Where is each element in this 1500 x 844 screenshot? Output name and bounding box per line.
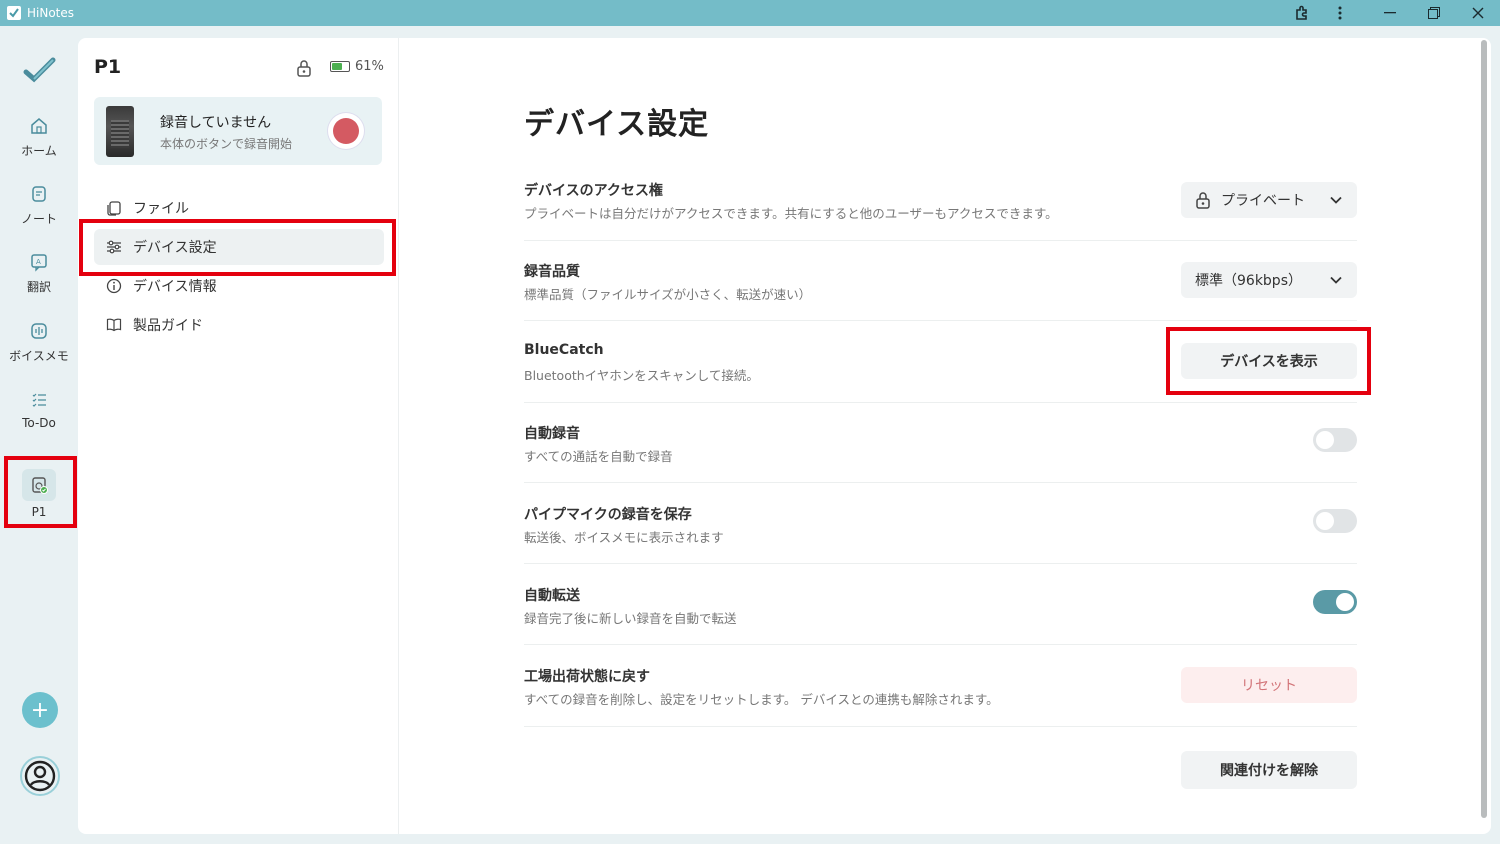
rail-item-notes[interactable]: ノート (0, 184, 78, 244)
setting-title: パイプマイクの録音を保存 (524, 507, 692, 523)
minimize-icon[interactable] (1370, 0, 1410, 26)
menu-item-product-guide[interactable]: 製品ガイド (94, 307, 384, 343)
rail-item-device-p1[interactable]: P1 (0, 469, 78, 529)
recording-status-card: 録音していません 本体のボタンで録音開始 (94, 97, 382, 165)
menu-item-label: デバイス情報 (133, 279, 217, 295)
todo-list-icon (32, 393, 46, 407)
setting-title: 録音品質 (524, 264, 580, 280)
setting-title: 工場出荷状態に戻す (524, 669, 650, 685)
battery-level-fill (332, 63, 342, 70)
avatar[interactable] (20, 756, 60, 796)
menu-item-label: 製品ガイド (133, 318, 203, 334)
setting-save-pipe-mic: パイプマイクの録音を保存 転送後、ボイスメモに表示されます (524, 496, 1357, 564)
device-image (106, 106, 134, 157)
record-button[interactable] (328, 113, 364, 149)
quality-dropdown[interactable]: 標準（96kbps） (1181, 262, 1357, 298)
recording-status-title: 録音していません (160, 115, 272, 131)
dropdown-value: 標準（96kbps） (1195, 273, 1302, 289)
setting-description: すべての録音を削除し、設定をリセットします。 デバイスとの連携も解除されます。 (524, 692, 999, 707)
app-title: HiNotes (27, 6, 75, 20)
setting-description: 録音完了後に新しい録音を自動で転送 (524, 611, 737, 626)
add-button[interactable]: + (22, 692, 58, 728)
rail-item-translate[interactable]: A 翻訳 (0, 252, 78, 312)
rail-label: 翻訳 (26, 280, 51, 294)
setting-bluecatch: BlueCatch Bluetoothイヤホンをスキャンして接続。 デバイスを表… (524, 335, 1357, 403)
rail-label: P1 (31, 505, 47, 519)
setting-description: すべての通話を自動で録音 (524, 449, 673, 464)
more-options-icon[interactable] (1320, 0, 1360, 26)
device-panel: P1 61% 録音していません 本体のボタンで録音開始 ファイル デバイス設定 … (78, 38, 399, 834)
menu-item-device-settings[interactable]: デバイス設定 (94, 229, 384, 265)
close-icon[interactable] (1458, 0, 1498, 26)
lock-icon (297, 60, 311, 77)
setting-title: 自動転送 (524, 588, 580, 604)
page-title: デバイス設定 (524, 107, 710, 142)
chevron-down-icon (1330, 276, 1342, 284)
title-bar: HiNotes (0, 0, 1500, 26)
book-icon (106, 318, 122, 332)
rail-label: To-Do (22, 416, 56, 430)
restore-icon[interactable] (1414, 0, 1454, 26)
setting-description: プライベートは自分だけがアクセスできます。共有にすると他のユーザーもアクセスでき… (524, 206, 1058, 221)
translate-icon: A (31, 254, 47, 272)
rail-item-home[interactable]: ホーム (0, 116, 78, 176)
rail-item-voice-memo[interactable]: ボイスメモ (0, 321, 78, 381)
menu-item-label: ファイル (133, 201, 189, 217)
record-dot-icon (333, 118, 359, 144)
rail-label: ボイスメモ (9, 349, 69, 363)
setting-factory-reset: 工場出荷状態に戻す すべての録音を削除し、設定をリセットします。 デバイスとの連… (524, 659, 1357, 727)
setting-access: デバイスのアクセス権 プライベートは自分だけがアクセスできます。共有にすると他の… (524, 172, 1357, 241)
setting-recording-quality: 録音品質 標準品質（ファイルサイズが小さく、転送が速い） 標準（96kbps） (524, 254, 1357, 321)
setting-auto-transfer: 自動転送 録音完了後に新しい録音を自動で転送 (524, 578, 1357, 645)
home-icon (31, 118, 47, 134)
setting-description: 転送後、ボイスメモに表示されます (524, 530, 724, 545)
auto-record-toggle[interactable] (1313, 428, 1357, 452)
svg-text:A: A (36, 258, 41, 266)
device-name: P1 (94, 56, 122, 78)
voice-memo-icon (31, 323, 47, 339)
rail-item-todo[interactable]: To-Do (0, 390, 78, 450)
setting-title: BlueCatch (524, 342, 604, 358)
left-nav-rail: ホーム ノート A 翻訳 ボイスメモ To-Do P1 + (0, 26, 78, 844)
device-icon (22, 469, 56, 501)
unlink-button[interactable]: 関連付けを解除 (1181, 751, 1357, 789)
setting-title: デバイスのアクセス権 (524, 183, 663, 199)
auto-transfer-toggle[interactable] (1313, 590, 1357, 614)
menu-item-label: デバイス設定 (133, 240, 217, 256)
note-icon (32, 186, 46, 202)
recording-status-subtitle: 本体のボタンで録音開始 (160, 137, 293, 151)
save-pipe-mic-toggle[interactable] (1313, 509, 1357, 533)
user-icon (24, 760, 56, 792)
access-dropdown[interactable]: プライベート (1181, 182, 1357, 218)
hinotes-logo-icon (22, 54, 58, 84)
setting-auto-record: 自動録音 すべての通話を自動で録音 (524, 416, 1357, 483)
sliders-icon (107, 240, 121, 254)
menu-item-device-info[interactable]: デバイス情報 (94, 268, 384, 304)
lock-icon (1196, 192, 1210, 209)
battery-percent: 61% (355, 59, 384, 74)
menu-item-files[interactable]: ファイル (94, 190, 384, 226)
rail-label: ノート (20, 212, 57, 226)
rail-label: ホーム (21, 144, 57, 158)
info-icon (106, 278, 122, 294)
extension-icon[interactable] (1282, 0, 1322, 26)
files-icon (107, 201, 121, 216)
app-logo-icon (7, 6, 21, 20)
dropdown-value: プライベート (1221, 193, 1305, 209)
setting-description: Bluetoothイヤホンをスキャンして接続。 (524, 368, 759, 383)
show-devices-button[interactable]: デバイスを表示 (1181, 343, 1357, 379)
chevron-down-icon (1330, 196, 1342, 204)
reset-button[interactable]: リセット (1181, 667, 1357, 703)
setting-title: 自動録音 (524, 426, 580, 442)
setting-description: 標準品質（ファイルサイズが小さく、転送が速い） (524, 287, 812, 302)
battery-icon (330, 61, 350, 72)
scrollbar[interactable] (1481, 40, 1487, 818)
